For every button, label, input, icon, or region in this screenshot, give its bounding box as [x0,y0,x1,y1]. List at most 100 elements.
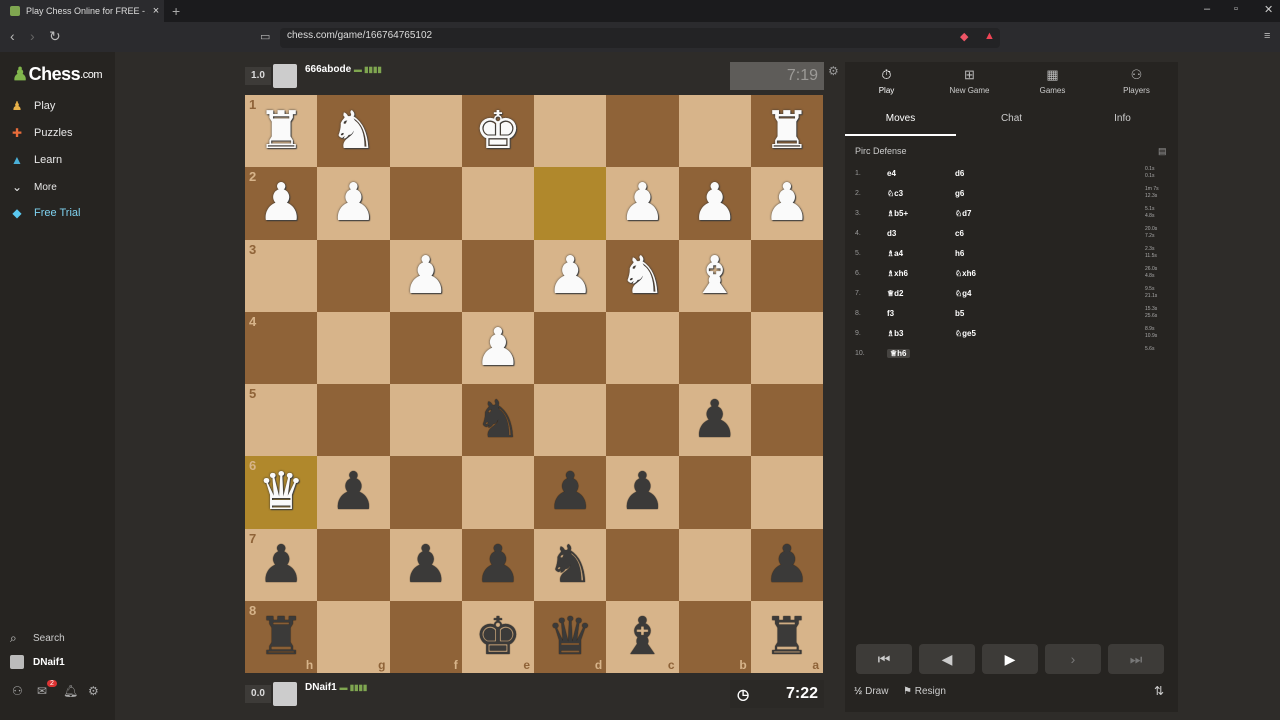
chess-logo[interactable]: ♟ Chess .com [12,64,103,85]
white-pawn-icon[interactable]: ♟ [330,177,377,229]
board-square[interactable]: ♟ [606,456,679,529]
white-pawn-icon[interactable]: ♟ [475,322,522,374]
black-pawn-icon[interactable]: ♟ [619,466,666,518]
browser-menu-icon[interactable]: ≡ [1264,30,1270,42]
black-move[interactable]: g6 [955,189,964,198]
sidebar-user[interactable]: DNaif1 [10,655,65,669]
board-square[interactable] [606,95,679,168]
flip-board-icon[interactable]: ⇅ [1154,684,1164,698]
tab-play[interactable]: ⏱︎ Play [845,62,928,100]
browser-tab[interactable]: Play Chess Online for FREE - 2 Pl × [0,0,164,22]
board-square[interactable]: ♟ [534,456,607,529]
board-square[interactable] [389,456,462,529]
board-square[interactable]: ♟ [678,167,751,240]
play-button[interactable]: ▶ [982,644,1038,674]
black-rook-icon[interactable]: ♜ [258,611,305,663]
board-square[interactable] [750,384,823,457]
board-square[interactable]: ♞ [317,95,390,168]
black-rook-icon[interactable]: ♜ [764,611,811,663]
black-move[interactable]: c6 [955,229,964,238]
board-square[interactable]: 6 ♛ [245,456,318,529]
tab-new-game[interactable]: ⊞ New Game [928,62,1011,100]
white-move[interactable]: ♘c3 [887,189,903,198]
bottom-player-name[interactable]: DNaif1 ▬ ▮▮▮▮ [305,682,367,693]
minimize-icon[interactable]: – [1204,3,1210,15]
book-icon[interactable]: ▤ [1158,146,1167,157]
board-square[interactable] [678,456,751,529]
board-square[interactable] [534,311,607,384]
black-move[interactable]: ♘ge5 [955,329,976,338]
board-square[interactable]: ♚ [461,95,534,168]
sidebar-item-puzzles[interactable]: ✚ Puzzles [10,126,73,140]
board-square[interactable] [750,239,823,312]
white-move[interactable]: ♕h6 [887,349,910,358]
chess-board[interactable]: 1 ♜ ♞ ♚ ♜ 2 ♟ ♟ ♟ ♟ ♟ 3 ♟ ♟ ♞ ♝ 4 ♟ 5 ♞ ♟ 6 ♛ ♟ ♟ ♟ 7 ♟ ♟ ♟ ♞ ♟ 8 h ♜ g f e ♚ d… [245,95,823,673]
tab-info[interactable]: Info [1067,102,1178,136]
board-square[interactable] [389,311,462,384]
white-pawn-icon[interactable]: ♟ [764,177,811,229]
bookmark-icon[interactable]: ▭ [260,30,270,43]
white-queen-icon[interactable]: ♛ [258,466,305,518]
board-square[interactable]: 2 ♟ [245,167,318,240]
black-move[interactable]: ♘g4 [955,289,972,298]
board-square[interactable]: 3 [245,239,318,312]
board-square[interactable] [461,167,534,240]
white-pawn-icon[interactable]: ♟ [691,177,738,229]
black-move[interactable]: b5 [955,309,964,318]
board-square[interactable]: f [389,600,462,673]
messages-icon[interactable]: ✉ [37,684,47,698]
white-move[interactable]: ♕d2 [887,289,904,298]
board-square[interactable] [534,95,607,168]
board-square[interactable]: a ♜ [750,600,823,673]
board-square[interactable]: 7 ♟ [245,528,318,601]
black-pawn-icon[interactable]: ♟ [547,466,594,518]
sidebar-item-free-trial[interactable]: ◆ Free Trial [10,206,80,220]
back-icon[interactable]: ‹ [10,28,15,44]
avatar[interactable] [273,682,297,706]
black-move[interactable]: ♘d7 [955,209,972,218]
tab-chat[interactable]: Chat [956,102,1067,136]
board-square[interactable] [606,384,679,457]
black-queen-icon[interactable]: ♛ [547,611,594,663]
board-square[interactable]: ♞ [534,528,607,601]
last-move-button[interactable]: ⏭ [1108,644,1164,674]
gear-icon[interactable]: ⚙ [88,684,99,698]
white-bishop-icon[interactable]: ♝ [691,250,738,302]
white-move[interactable]: ♗a4 [887,249,903,258]
friends-icon[interactable]: ⚇ [12,684,23,698]
board-square[interactable]: g [317,600,390,673]
sidebar-search[interactable]: ⌕ Search [10,631,65,646]
white-move[interactable]: ♗xh6 [887,269,908,278]
maximize-icon[interactable]: ▫ [1234,3,1238,15]
white-rook-icon[interactable]: ♜ [258,105,305,157]
first-move-button[interactable]: ⏮ [856,644,912,674]
board-square[interactable]: ♝ [678,239,751,312]
board-square[interactable] [317,239,390,312]
white-pawn-icon[interactable]: ♟ [258,177,305,229]
board-square[interactable]: ♟ [389,239,462,312]
board-square[interactable]: ♟ [461,311,534,384]
black-bishop-icon[interactable]: ♝ [619,611,666,663]
extension-alert-icon[interactable]: ▲ [984,30,995,42]
resign-button[interactable]: ⚑ Resign [903,686,946,697]
board-square[interactable]: ♟ [461,528,534,601]
board-square[interactable] [461,456,534,529]
board-square[interactable] [389,95,462,168]
board-square[interactable] [534,384,607,457]
board-square[interactable] [534,167,607,240]
white-knight-icon[interactable]: ♞ [619,250,666,302]
board-square[interactable]: c ♝ [606,600,679,673]
board-settings-gear-icon[interactable]: ⚙ [828,64,839,78]
close-window-icon[interactable]: ✕ [1264,3,1273,16]
next-move-button[interactable]: › [1045,644,1101,674]
sidebar-item-play[interactable]: ♟ Play [10,99,56,113]
board-square[interactable]: ♟ [317,167,390,240]
reload-icon[interactable]: ↻ [49,28,61,45]
board-square[interactable]: ♟ [750,528,823,601]
board-square[interactable]: e ♚ [461,600,534,673]
black-pawn-icon[interactable]: ♟ [402,539,449,591]
board-square[interactable]: ♟ [750,167,823,240]
board-square[interactable] [461,239,534,312]
board-square[interactable] [389,167,462,240]
black-pawn-icon[interactable]: ♟ [258,539,305,591]
